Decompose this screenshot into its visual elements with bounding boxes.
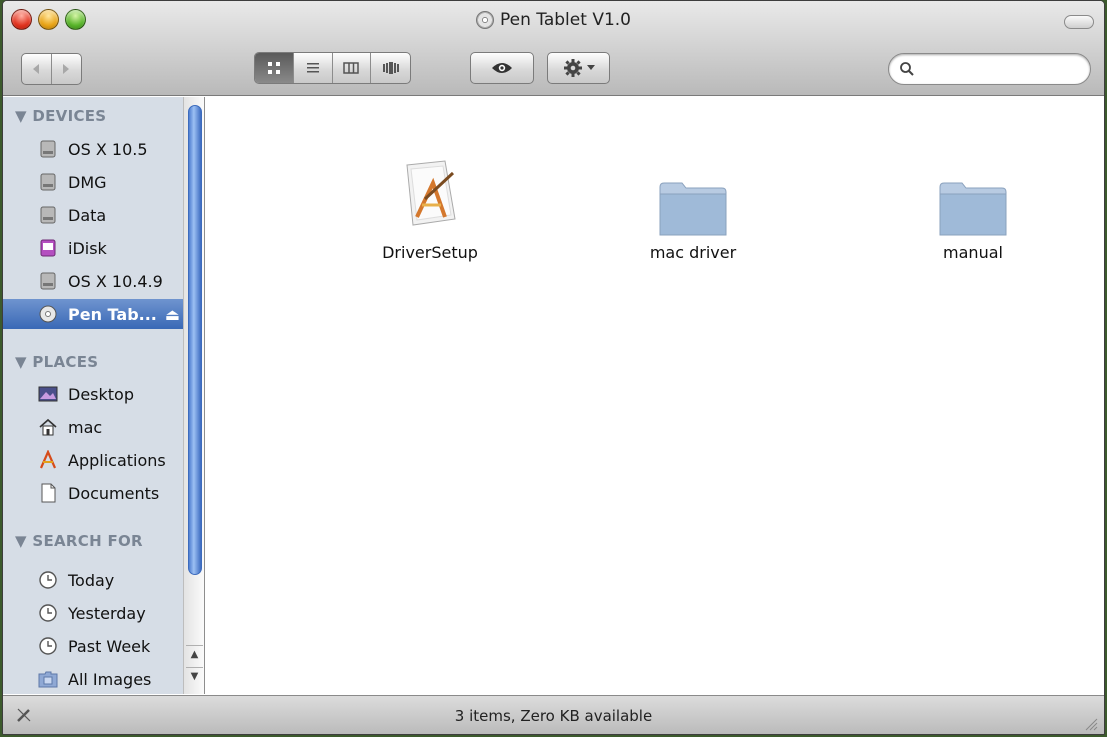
toolbar-toggle-button[interactable] (1064, 15, 1094, 29)
cover-flow-icon (382, 62, 399, 74)
back-forward-buttons (21, 53, 82, 85)
sidebar-item-data[interactable]: Data (3, 200, 185, 230)
sidebar-item-desktop[interactable]: Desktop (3, 379, 185, 409)
sidebar-item-dmg[interactable]: DMG (3, 167, 185, 197)
grid-icon (267, 62, 280, 74)
desktop-icon (38, 386, 58, 402)
back-button[interactable] (22, 54, 52, 84)
search-icon (900, 62, 914, 76)
chevron-down-icon (586, 65, 595, 70)
sidebar-item-idisk[interactable]: iDisk (3, 233, 185, 263)
sidebar-item-today[interactable]: Today (3, 565, 185, 595)
sidebar-item-yesterday[interactable]: Yesterday (3, 598, 185, 628)
action-menu-button[interactable] (547, 52, 610, 84)
sidebar-item-applications[interactable]: Applications (3, 445, 185, 475)
file-name: mac driver (649, 243, 737, 262)
eye-icon (492, 63, 512, 73)
hard-drive-icon (40, 272, 56, 290)
sidebar-header-places[interactable]: ▼ PLACES (15, 353, 98, 371)
eject-icon[interactable]: ⏏ (165, 305, 180, 324)
toolbar: Pen Tablet V1.0 (3, 1, 1104, 96)
hard-drive-icon (40, 140, 56, 158)
hard-drive-icon (40, 173, 56, 191)
scroll-thumb[interactable] (188, 105, 202, 575)
list-view-button[interactable] (294, 53, 333, 83)
sidebar-header-devices[interactable]: ▼ DEVICES (15, 107, 106, 125)
applications-icon (39, 450, 57, 469)
cover-flow-button[interactable] (371, 53, 410, 83)
list-icon (306, 63, 319, 73)
scroll-up-arrow-icon[interactable]: ▲ (186, 645, 203, 663)
scroll-down-arrow-icon[interactable]: ▼ (186, 667, 203, 685)
forward-button[interactable] (52, 54, 81, 84)
quick-look-button[interactable] (470, 52, 534, 84)
sidebar-scrollbar[interactable]: ▲ ▼ (183, 97, 204, 694)
resize-grip-icon[interactable] (1082, 715, 1098, 731)
column-view-button[interactable] (333, 53, 372, 83)
file-item-mac-driver[interactable]: mac driver (613, 147, 773, 262)
idisk-icon (40, 239, 56, 257)
clock-icon (39, 604, 57, 622)
status-bar: 3 items, Zero KB available (3, 695, 1104, 734)
sidebar-item-os-x-10-5[interactable]: OS X 10.5 (3, 134, 185, 164)
columns-icon (343, 62, 360, 74)
sidebar-item-past-week[interactable]: Past Week (3, 631, 185, 661)
installer-app-icon (406, 160, 456, 226)
sidebar-item-all-images[interactable]: All Images (3, 664, 185, 694)
status-text: 3 items, Zero KB available (454, 707, 653, 725)
sidebar: ▼ DEVICES OS X 10.5 DMG Data iDisk OS X … (3, 97, 205, 694)
file-item-manual[interactable]: manual (893, 147, 1053, 262)
disc-icon (39, 305, 57, 323)
folder-icon (939, 182, 1007, 236)
home-icon (39, 418, 57, 436)
finder-window: Pen Tablet V1.0 ▼ DEVICES OS X 10.5 DMG … (2, 0, 1105, 735)
file-browser: DriverSetup mac driver manual (205, 97, 1104, 694)
clock-icon (39, 637, 57, 655)
sidebar-item-mac[interactable]: mac (3, 412, 185, 442)
folder-icon (659, 182, 727, 236)
sidebar-item-pen-tablet[interactable]: Pen Tab... ⏏ (3, 299, 185, 329)
sidebar-item-os-x-10-4-9[interactable]: OS X 10.4.9 (3, 266, 185, 296)
gear-icon (563, 59, 582, 77)
sidebar-item-documents[interactable]: Documents (3, 478, 185, 508)
search-field[interactable] (888, 53, 1091, 85)
clock-icon (39, 571, 57, 589)
disc-icon (476, 11, 494, 29)
sidebar-header-search-for[interactable]: ▼ SEARCH FOR (15, 532, 143, 550)
view-mode-buttons (254, 52, 411, 84)
documents-icon (41, 483, 56, 503)
file-item-driversetup[interactable]: DriverSetup (350, 147, 510, 262)
chevron-right-icon (63, 64, 70, 74)
images-folder-icon (38, 671, 58, 688)
icon-view-button[interactable] (255, 53, 294, 83)
hard-drive-icon (40, 206, 56, 224)
file-name: manual (943, 243, 1003, 262)
chevron-left-icon (33, 64, 40, 74)
search-input[interactable] (919, 60, 1079, 80)
pencil-slash-icon (17, 708, 31, 722)
window-title-text: Pen Tablet V1.0 (500, 10, 631, 30)
window-title: Pen Tablet V1.0 (3, 10, 1104, 30)
file-name: DriverSetup (382, 243, 478, 262)
